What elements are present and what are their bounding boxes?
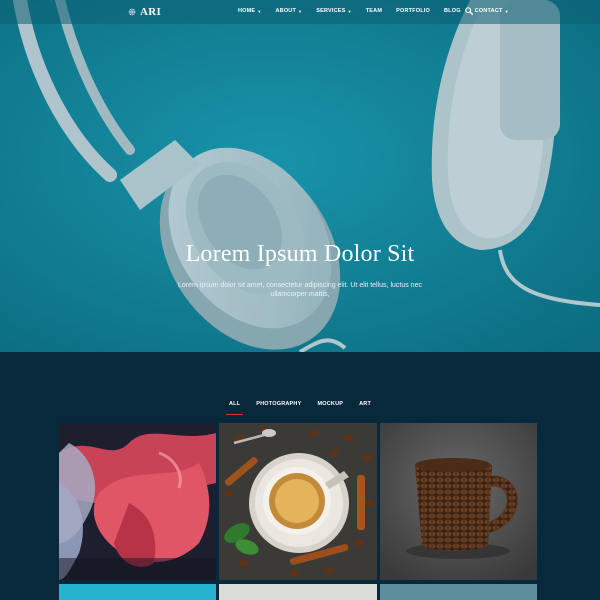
gear-icon	[128, 8, 136, 16]
menu-item-label: BLOG	[444, 8, 461, 14]
menu-item-label: CONTACT	[474, 8, 503, 14]
menu-item-portfolio[interactable]: PORTFOLIO	[396, 8, 430, 14]
filter-all[interactable]: ALL	[225, 401, 244, 415]
menu-item-label: ABOUT	[275, 8, 297, 14]
menu-item-services[interactable]: SERVICES ▼	[316, 8, 352, 14]
menu-item-contact[interactable]: CONTACT ▼	[475, 8, 509, 14]
caret-down-icon: ▼	[347, 8, 352, 14]
portfolio-item-ink-smoke[interactable]	[59, 423, 216, 580]
menu-item-team[interactable]: TEAM	[366, 8, 382, 14]
menu-item-label: SERVICES	[316, 8, 346, 14]
caret-down-icon: ▼	[257, 8, 262, 14]
menu-item-label: HOME	[238, 8, 256, 14]
hero-subtitle: Lorem ipsum dolor sit amet, consectetur …	[178, 282, 422, 298]
menu-item-label: PORTFOLIO	[396, 8, 430, 14]
top-navbar: ARI HOME ▼ ABOUT ▼ SERVICES ▼ TEAM PORTF…	[0, 0, 600, 24]
brand-name: ARI	[140, 6, 162, 18]
ink-smoke-image	[59, 423, 216, 580]
hero-title: Lorem Ipsum Dolor Sit	[185, 241, 415, 267]
filter-mockup[interactable]: MOCKUP	[317, 401, 343, 411]
menu-item-about[interactable]: ABOUT ▼	[275, 8, 302, 14]
caret-down-icon: ▼	[298, 8, 303, 14]
filter-art[interactable]: ART	[359, 401, 371, 411]
portfolio-item-coffee-cup[interactable]	[219, 423, 377, 580]
portfolio-item-partial[interactable]	[380, 584, 537, 600]
brand-logo[interactable]: ARI	[128, 6, 161, 18]
portfolio-filters: ALL PHOTOGRAPHY MOCKUP ART	[0, 401, 600, 415]
hero-section: Lorem Ipsum Dolor Sit Lorem ipsum dolor …	[0, 0, 600, 352]
main-menu: HOME ▼ ABOUT ▼ SERVICES ▼ TEAM PORTFOLIO…	[238, 8, 523, 14]
portfolio-item-partial[interactable]	[219, 584, 377, 600]
search-icon[interactable]	[465, 7, 473, 15]
portfolio-item-partial[interactable]	[59, 584, 216, 600]
coffee-cup-image	[219, 423, 377, 580]
bean-mug-image	[380, 423, 537, 580]
portfolio-item-bean-mug[interactable]	[380, 423, 537, 580]
menu-item-home[interactable]: HOME ▼	[238, 8, 261, 14]
filter-photography[interactable]: PHOTOGRAPHY	[256, 401, 301, 411]
caret-down-icon: ▼	[504, 8, 509, 14]
hero-overlay	[0, 0, 600, 352]
menu-item-blog[interactable]: BLOG	[444, 8, 461, 14]
menu-item-label: TEAM	[365, 8, 383, 14]
